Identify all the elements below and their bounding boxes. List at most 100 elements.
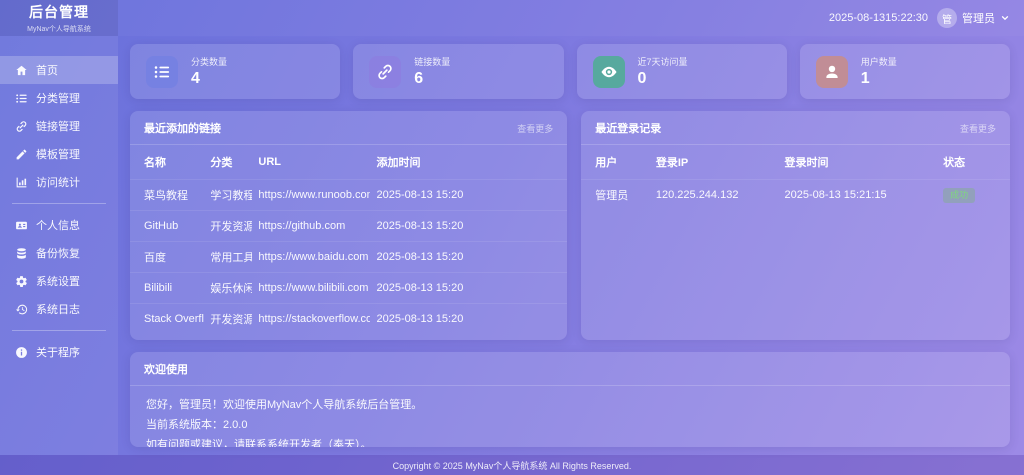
sidebar-item-label: 模板管理 (36, 146, 80, 162)
sidebar-item-label: 链接管理 (36, 118, 80, 134)
cell-time: 2025-08-13 15:20 (370, 273, 567, 304)
panel-header: 欢迎使用 (130, 352, 1010, 386)
gear-icon (15, 275, 28, 288)
welcome-line: 当前系统版本：2.0.0 (146, 416, 994, 436)
sidebar-item-label: 关于程序 (36, 344, 80, 360)
page-body: 首页 分类管理 链接管理 模板管理 访问统计 个人信息 (0, 36, 1024, 455)
recent-logins-table: 用户 登录IP 登录时间 状态 管理员 120.225.244.132 2025… (581, 145, 1010, 210)
stat-info: 用户数量 1 (861, 55, 897, 88)
database-icon (15, 247, 28, 260)
panels-row: 最近添加的链接 查看更多 名称 分类 URL 添加时间 (130, 111, 1010, 340)
cell-name: 菜鸟教程 (130, 180, 204, 211)
col-header-ip: 登录IP (650, 145, 779, 180)
cell-name: 百度 (130, 242, 204, 273)
sidebar: 首页 分类管理 链接管理 模板管理 访问统计 个人信息 (0, 36, 118, 455)
recent-links-panel: 最近添加的链接 查看更多 名称 分类 URL 添加时间 (130, 111, 567, 340)
cell-url: https://stackoverflow.com (252, 304, 370, 335)
cell-name: Stack Overflow (130, 304, 204, 335)
sidebar-item-label: 个人信息 (36, 217, 80, 233)
welcome-line: 如有问题或建议，请联系系统开发者（奉天）。 (146, 436, 994, 447)
sidebar-item-statistics[interactable]: 访问统计 (0, 168, 118, 196)
table-row: GitHub 开发资源 https://github.com 2025-08-1… (130, 211, 567, 242)
eye-icon (593, 56, 625, 88)
sidebar-item-label: 备份恢复 (36, 245, 80, 261)
view-more-link[interactable]: 查看更多 (517, 122, 553, 135)
stats-row: 分类数量 4 链接数量 6 近7天访问量 0 (130, 44, 1010, 99)
cell-url: https://www.bilibili.com (252, 273, 370, 304)
panel-header: 最近登录记录 查看更多 (581, 111, 1010, 145)
chain-icon (369, 56, 401, 88)
sidebar-item-label: 首页 (36, 62, 58, 78)
sidebar-item-label: 系统日志 (36, 301, 80, 317)
table-row: 百度 常用工具 https://www.baidu.com 2025-08-13… (130, 242, 567, 273)
stat-info: 分类数量 4 (191, 55, 227, 88)
cell-user: 管理员 (581, 180, 650, 211)
cell-category: 开发资源 (204, 304, 252, 335)
info-icon (15, 346, 28, 359)
top-bar: 后台管理 MyNav个人导航系统 2025-08-1315:22:30 管 管理… (0, 0, 1024, 36)
stat-card-links: 链接数量 6 (353, 44, 563, 99)
cell-category: 开发资源 (204, 211, 252, 242)
history-icon (15, 303, 28, 316)
sidebar-item-backup[interactable]: 备份恢复 (0, 239, 118, 267)
view-more-link[interactable]: 查看更多 (960, 122, 996, 135)
sidebar-item-label: 系统设置 (36, 273, 80, 289)
cell-category: 娱乐休闲 (204, 273, 252, 304)
link-icon (15, 120, 28, 133)
top-bar-right: 2025-08-1315:22:30 管 管理员 (829, 8, 1024, 28)
sidebar-item-links[interactable]: 链接管理 (0, 112, 118, 140)
recent-logins-panel: 最近登录记录 查看更多 用户 登录IP 登录时间 状态 (581, 111, 1010, 340)
stat-info: 近7天访问量 0 (638, 55, 688, 88)
username-label: 管理员 (962, 10, 995, 26)
cell-url: https://www.baidu.com (252, 242, 370, 273)
stat-label: 分类数量 (191, 55, 227, 68)
chart-icon (15, 176, 28, 189)
app-title: 后台管理 (29, 2, 89, 22)
cell-time: 2025-08-13 15:20 (370, 242, 567, 273)
user-icon (816, 56, 848, 88)
copyright-text: Copyright © 2025 MyNav个人导航系统 All Rights … (393, 459, 632, 472)
sidebar-item-categories[interactable]: 分类管理 (0, 84, 118, 112)
stat-label: 用户数量 (861, 55, 897, 68)
sidebar-divider (12, 330, 106, 331)
stat-value: 1 (861, 70, 897, 88)
welcome-body: 您好，管理员！欢迎使用MyNav个人导航系统后台管理。 当前系统版本：2.0.0… (130, 386, 1010, 447)
col-header-user: 用户 (581, 145, 650, 180)
cell-time: 2025-08-13 15:20 (370, 211, 567, 242)
home-icon (15, 64, 28, 77)
col-header-category: 分类 (204, 145, 252, 180)
panel-title: 欢迎使用 (144, 361, 188, 377)
stat-label: 近7天访问量 (638, 55, 688, 68)
sidebar-item-logs[interactable]: 系统日志 (0, 295, 118, 323)
panel-title: 最近添加的链接 (144, 120, 221, 136)
cell-category: 学习教程 (204, 180, 252, 211)
panel-header: 最近添加的链接 查看更多 (130, 111, 567, 145)
cell-time: 2025-08-13 15:20 (370, 304, 567, 335)
sidebar-item-about[interactable]: 关于程序 (0, 338, 118, 366)
col-header-name: 名称 (130, 145, 204, 180)
list-icon (146, 56, 178, 88)
stat-value: 0 (638, 70, 688, 88)
table-row: 管理员 120.225.244.132 2025-08-13 15:21:15 … (581, 180, 1010, 211)
user-menu[interactable]: 管 管理员 (937, 8, 1010, 28)
main-content: 分类数量 4 链接数量 6 近7天访问量 0 (118, 36, 1024, 455)
id-card-icon (15, 219, 28, 232)
sidebar-divider (12, 203, 106, 204)
table-row: Stack Overflow 开发资源 https://stackoverflo… (130, 304, 567, 335)
cell-name: GitHub (130, 211, 204, 242)
col-header-url: URL (252, 145, 370, 180)
sidebar-item-settings[interactable]: 系统设置 (0, 267, 118, 295)
stat-label: 链接数量 (414, 55, 450, 68)
cell-time: 2025-08-13 15:20 (370, 180, 567, 211)
chevron-down-icon (1000, 13, 1010, 23)
col-header-login-time: 登录时间 (778, 145, 937, 180)
sidebar-item-label: 分类管理 (36, 90, 80, 106)
sidebar-item-home[interactable]: 首页 (0, 56, 118, 84)
stat-info: 链接数量 6 (414, 55, 450, 88)
sidebar-item-profile[interactable]: 个人信息 (0, 211, 118, 239)
app-subtitle: MyNav个人导航系统 (27, 24, 91, 34)
cell-login-time: 2025-08-13 15:21:15 (778, 180, 937, 211)
admin-dashboard: 后台管理 MyNav个人导航系统 2025-08-1315:22:30 管 管理… (0, 0, 1024, 475)
sidebar-item-templates[interactable]: 模板管理 (0, 140, 118, 168)
list-icon (15, 92, 28, 105)
